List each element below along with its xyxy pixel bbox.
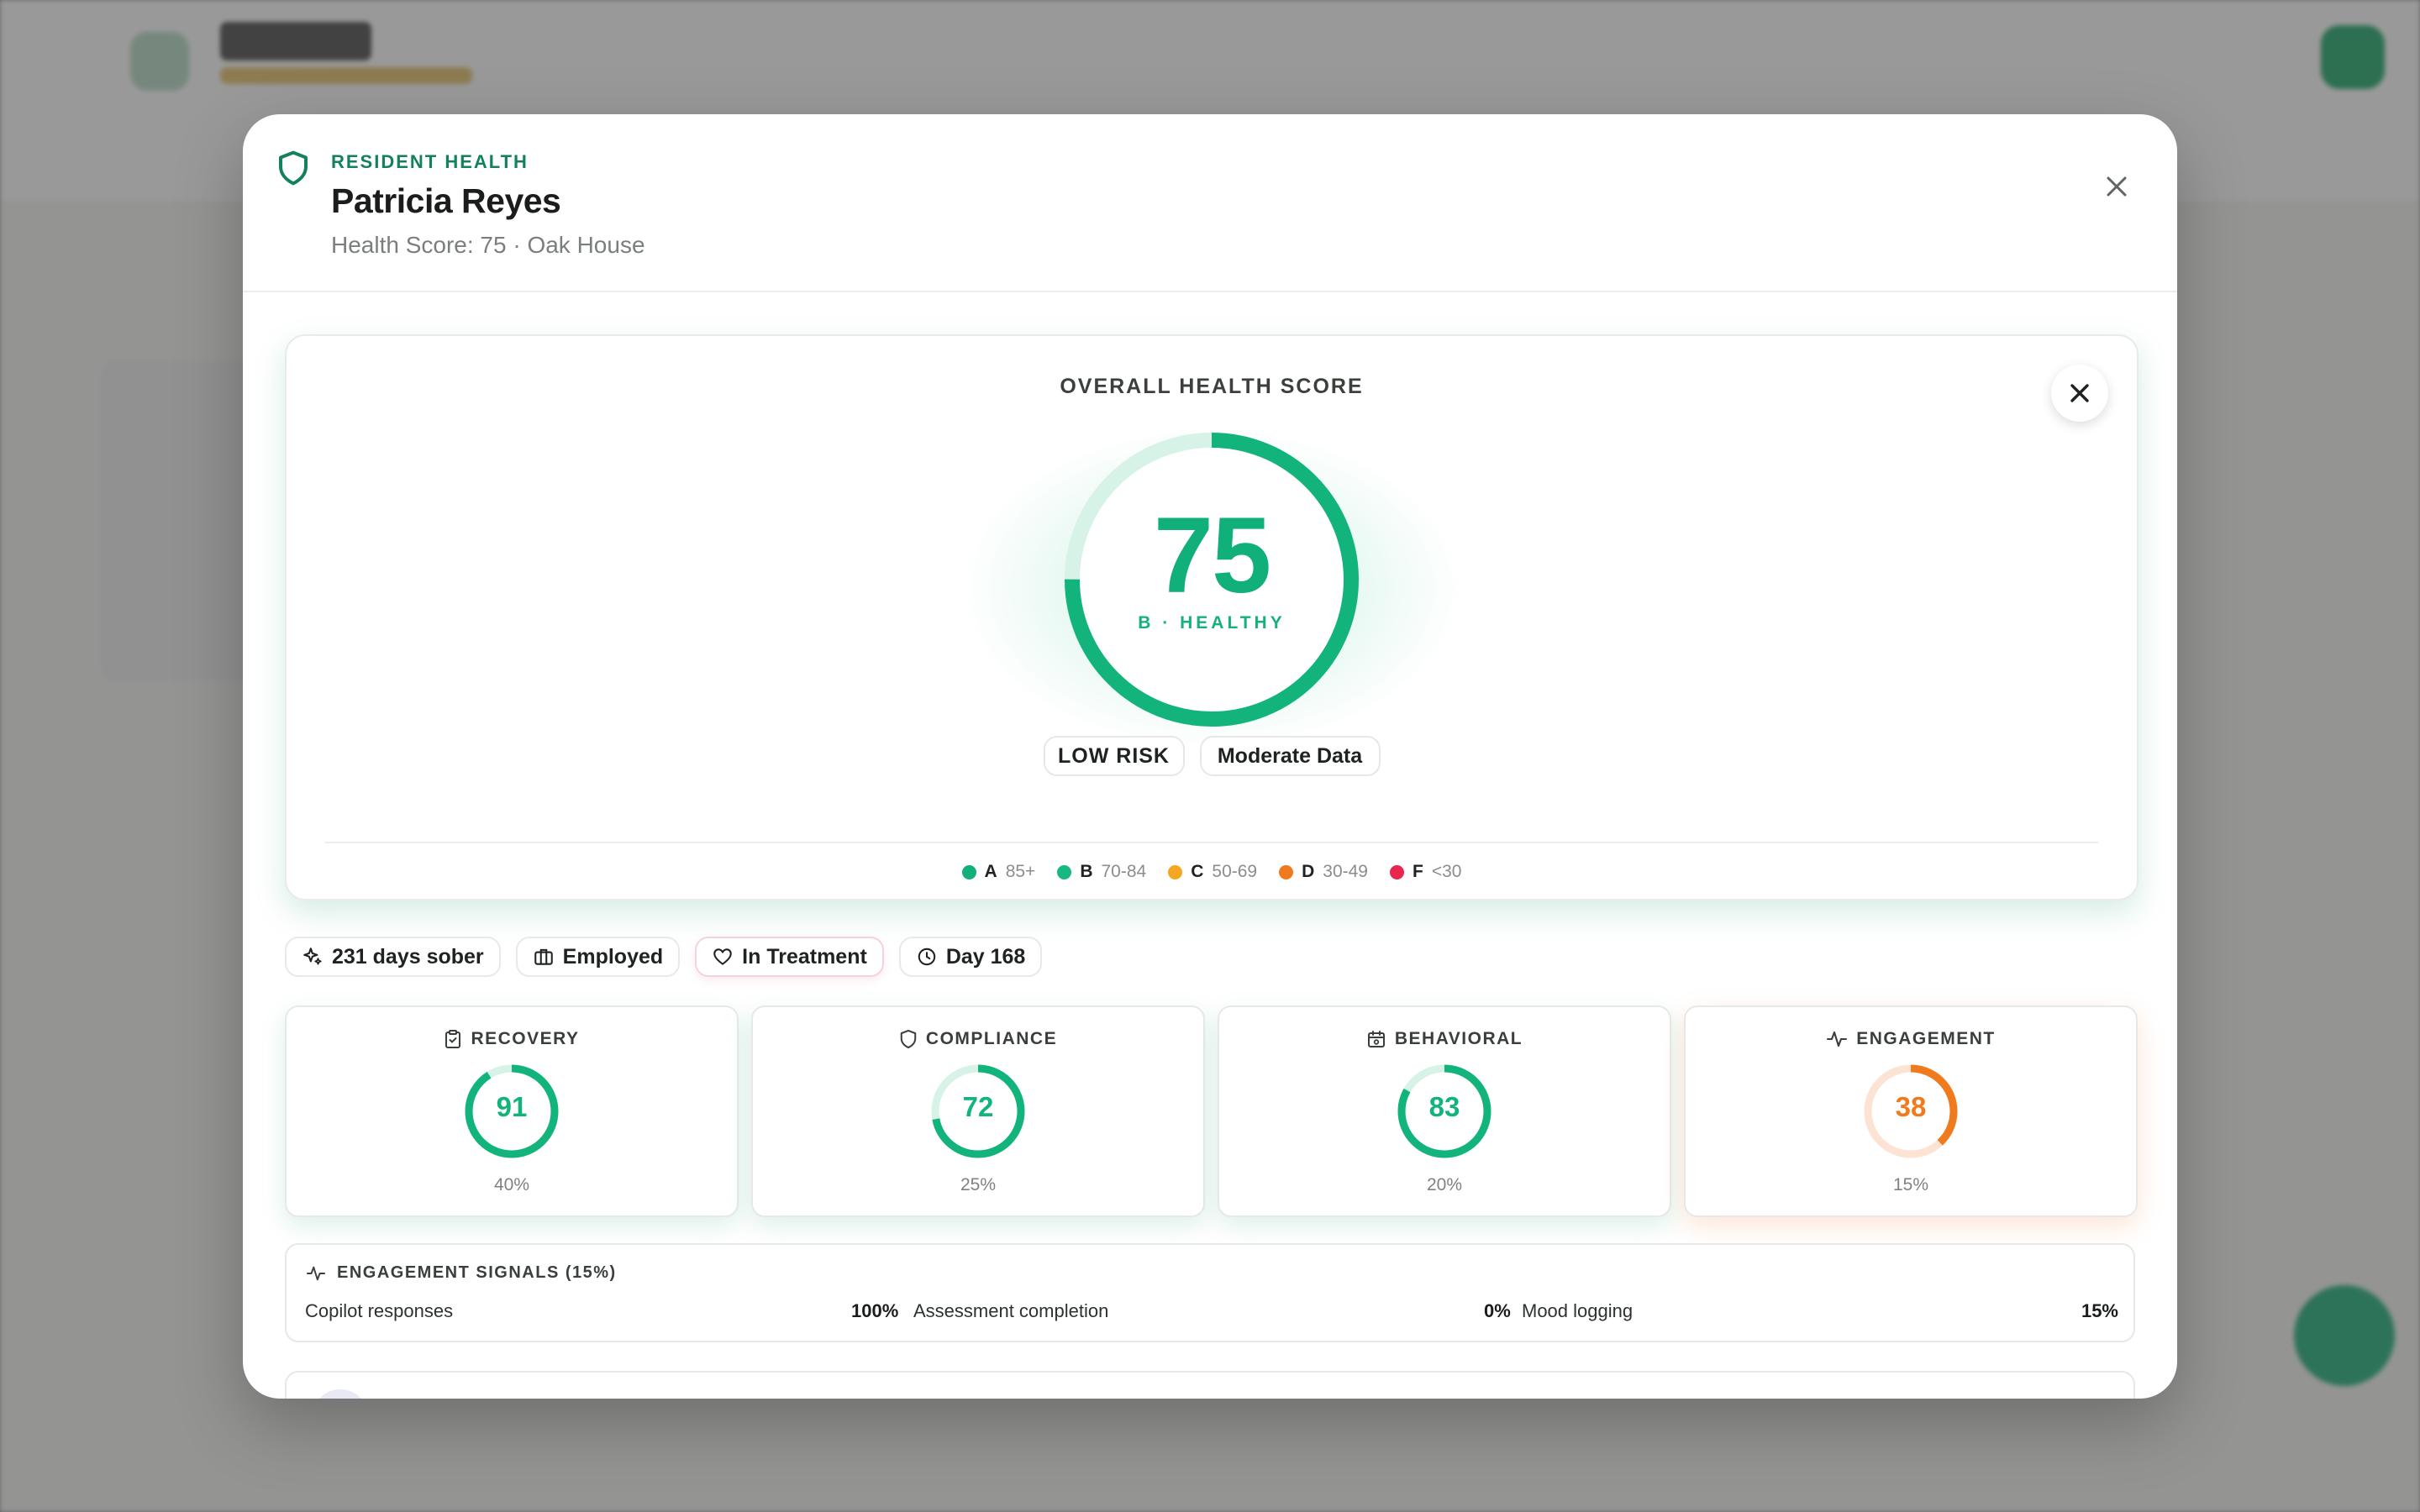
recovery-card[interactable]: RECOVERY 91 40% [285,1005,739,1217]
compliance-header: COMPLIANCE [753,1029,1203,1049]
legend-item-a: A 85+ [961,862,1036,882]
calendar-icon [1367,1031,1385,1047]
close-icon [2107,176,2127,197]
next-section-card [285,1371,2135,1399]
section-avatar [312,1389,369,1399]
close-card-button[interactable] [2051,365,2108,422]
engagement-score: 38 [1895,1091,1927,1122]
chip-label: 231 days sober [332,944,484,969]
chip-sober-days: 231 days sober [285,937,501,977]
engagement-label: ENGAGEMENT [1856,1029,1996,1048]
legend-range: 50-69 [1212,862,1258,881]
briefcase-icon [534,948,553,965]
heart-icon [713,948,732,965]
card-divider [325,842,2098,843]
recovery-score: 91 [496,1091,528,1122]
legend-item-f: F <30 [1390,862,1461,882]
modal-eyebrow: RESIDENT HEALTH [331,151,529,172]
legend-dot [1168,864,1183,879]
legend-item-b: B 70-84 [1057,862,1146,882]
shield-icon [900,1029,917,1049]
chip-label: Day 168 [945,944,1026,969]
behavioral-header: BEHAVIORAL [1219,1029,1670,1049]
activity-icon [1827,1031,1848,1047]
legend-grade: C [1191,862,1204,881]
compliance-weight: 25% [960,1175,997,1194]
legend-grade: D [1302,862,1315,881]
recovery-label: RECOVERY [471,1029,580,1048]
status-pills: LOW RISK Moderate Data [287,736,2137,776]
compliance-card[interactable]: COMPLIANCE 72 25% [751,1005,1205,1217]
engagement-weight: 15% [1892,1175,1929,1194]
legend-dot [1279,864,1294,879]
legend-range: <30 [1431,862,1462,881]
overall-score-card: OVERALL HEALTH SCORE 75 B · HEALTHY LOW … [285,334,2139,900]
engagement-signals-header: ENGAGEMENT SIGNALS (15%) [305,1263,617,1283]
resident-health-modal: RESIDENT HEALTH Patricia Reyes Health Sc… [243,114,2177,1399]
signal-label-copilot: Copilot responses [305,1300,454,1321]
overall-score-label: OVERALL HEALTH SCORE [1060,375,1364,398]
resident-name: Patricia Reyes [331,181,561,220]
data-quality-badge: Moderate Data [1199,736,1381,776]
grade-legend: A 85+ B 70-84 C 50-69 D 30-49 F <30 [287,862,2137,882]
recovery-weight: 40% [493,1175,530,1194]
legend-item-d: D 30-49 [1279,862,1368,882]
signal-label-mood: Mood logging [1522,1300,1634,1321]
signal-label-assessment: Assessment completion [913,1300,1109,1321]
signal-value-assessment: 0% [1484,1300,1511,1321]
legend-dot [1390,864,1404,879]
recovery-header: RECOVERY [287,1029,737,1049]
signal-value-mood: 15% [2081,1300,2118,1321]
engagement-signals-title: ENGAGEMENT SIGNALS (15%) [337,1263,617,1282]
close-icon [2070,384,2089,402]
behavioral-label: BEHAVIORAL [1394,1029,1523,1048]
legend-grade: F [1413,862,1423,881]
activity-icon [306,1266,326,1280]
chip-program-day: Day 168 [898,937,1043,977]
clipboard-check-icon [445,1030,461,1048]
modal-header: RESIDENT HEALTH Patricia Reyes Health Sc… [243,114,2177,292]
legend-dot [961,864,976,879]
engagement-card[interactable]: ENGAGEMENT 38 15% [1684,1005,2138,1217]
signal-value-copilot: 100% [851,1300,899,1321]
chip-employment: Employed [515,937,681,977]
overall-score-value: 75 [1153,496,1271,616]
compliance-score: 72 [962,1091,994,1122]
close-modal-button[interactable] [2091,161,2142,212]
sparkle-icon [303,948,322,965]
behavioral-weight: 20% [1426,1175,1463,1194]
legend-item-c: C 50-69 [1168,862,1257,882]
chip-label: Employed [562,944,664,969]
engagement-signals-panel: ENGAGEMENT SIGNALS (15%) Copilot respons… [285,1243,2135,1342]
engagement-header: ENGAGEMENT [1686,1029,2136,1049]
legend-range: 30-49 [1323,862,1368,881]
legend-range: 70-84 [1101,862,1147,881]
modal-subtitle: Health Score: 75 · Oak House [331,232,645,258]
overall-grade: B · HEALTHY [1138,613,1286,633]
status-chips: 231 days sober Employed In Treatment Day… [285,937,1043,977]
clock-icon [918,948,936,966]
legend-grade: A [984,862,997,881]
legend-range: 85+ [1005,862,1036,881]
behavioral-card[interactable]: BEHAVIORAL 83 20% [1218,1005,1671,1217]
shield-icon [279,150,308,186]
chip-label: In Treatment [742,944,867,969]
legend-grade: B [1080,862,1093,881]
risk-badge: LOW RISK [1043,736,1185,776]
behavioral-score: 83 [1428,1091,1460,1122]
legend-dot [1057,864,1072,879]
compliance-label: COMPLIANCE [925,1029,1058,1048]
chip-treatment: In Treatment [695,937,884,977]
